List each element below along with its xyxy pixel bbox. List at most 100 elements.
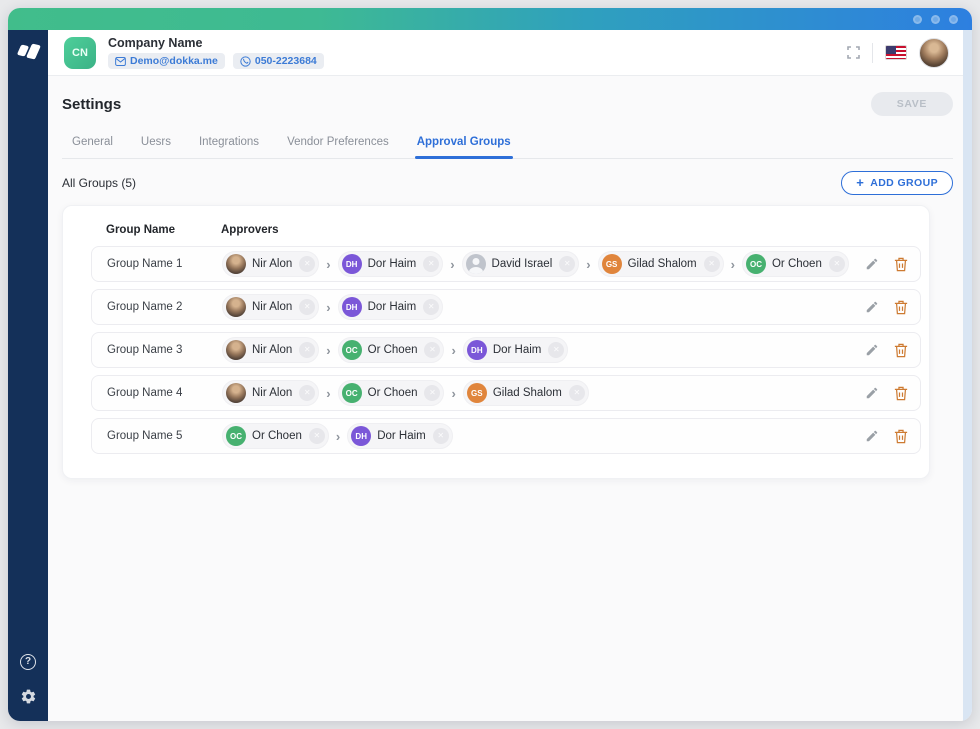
remove-approver-icon[interactable]: ✕: [423, 299, 439, 315]
edit-group-icon[interactable]: [865, 343, 879, 357]
approvers-cell: Nir Alon ✕ › DH Dor Haim ✕: [222, 294, 853, 320]
approver-name: Or Choen: [368, 344, 418, 356]
approvers-cell: Nir Alon ✕ › DH Dor Haim ✕ › David Israe…: [222, 251, 853, 277]
tab-approval-groups[interactable]: Approval Groups: [415, 132, 513, 158]
app-window: ? CN Company Name Demo@dokka.me: [8, 8, 972, 721]
approver-name: Nir Alon: [252, 258, 292, 270]
approver-name: Gilad Shalom: [628, 258, 697, 270]
add-group-label: ADD GROUP: [870, 177, 938, 189]
envelope-icon: [115, 57, 126, 66]
approver-chip: OC Or Choen ✕: [222, 423, 329, 449]
group-name-cell: Group Name 4: [107, 387, 222, 399]
settings-tabs: General Uesrs Integrations Vendor Preferenc…: [62, 132, 953, 159]
tab-general[interactable]: General: [70, 132, 115, 158]
remove-approver-icon[interactable]: ✕: [559, 256, 575, 272]
chevron-right-icon: ›: [325, 300, 331, 315]
approver-avatar: [466, 254, 486, 274]
approver-name: Nir Alon: [252, 344, 292, 356]
approver-avatar: DH: [342, 297, 362, 317]
approver-avatar: GS: [467, 383, 487, 403]
tab-uesrs[interactable]: Uesrs: [139, 132, 173, 158]
company-email-badge[interactable]: Demo@dokka.me: [108, 53, 225, 69]
user-avatar[interactable]: [919, 38, 949, 68]
approver-name: Or Choen: [252, 430, 302, 442]
remove-approver-icon[interactable]: ✕: [299, 385, 315, 401]
approver-name: Dor Haim: [377, 430, 426, 442]
chevron-right-icon: ›: [450, 386, 456, 401]
remove-approver-icon[interactable]: ✕: [309, 428, 325, 444]
edit-group-icon[interactable]: [865, 429, 879, 443]
gear-icon[interactable]: [20, 688, 37, 705]
remove-approver-icon[interactable]: ✕: [569, 385, 585, 401]
edit-group-icon[interactable]: [865, 300, 879, 314]
groups-card: Group Name Approvers Group Name 1 Nir Al…: [62, 205, 930, 479]
chevron-right-icon: ›: [585, 257, 591, 272]
approver-avatar: [226, 383, 246, 403]
fullscreen-icon[interactable]: [847, 46, 860, 59]
remove-approver-icon[interactable]: ✕: [299, 256, 315, 272]
window-control-dot[interactable]: [931, 15, 940, 24]
help-icon[interactable]: ?: [20, 654, 36, 670]
approvers-cell: OC Or Choen ✕ › DH Dor Haim ✕: [222, 423, 853, 449]
chevron-right-icon: ›: [450, 343, 456, 358]
delete-group-icon[interactable]: [894, 257, 908, 272]
approver-chip: Nir Alon ✕: [222, 337, 319, 363]
company-phone-badge[interactable]: 050-2223684: [233, 53, 324, 69]
approver-name: Gilad Shalom: [493, 387, 562, 399]
remove-approver-icon[interactable]: ✕: [704, 256, 720, 272]
scrollbar-track[interactable]: [963, 30, 972, 721]
approver-chip: David Israel ✕: [462, 251, 580, 277]
tab-integrations[interactable]: Integrations: [197, 132, 261, 158]
group-rows: Group Name 1 Nir Alon ✕ › DH Dor Haim ✕ …: [91, 246, 921, 454]
language-flag-icon[interactable]: [885, 45, 907, 60]
column-header-approvers: Approvers: [221, 224, 279, 236]
remove-approver-icon[interactable]: ✕: [424, 385, 440, 401]
chevron-right-icon: ›: [335, 429, 341, 444]
approvers-cell: Nir Alon ✕ › OC Or Choen ✕ › GS Gilad Sh…: [222, 380, 853, 406]
all-groups-count: All Groups (5): [62, 176, 136, 190]
save-button[interactable]: SAVE: [871, 92, 953, 116]
approver-name: Or Choen: [772, 258, 822, 270]
approver-chip: DH Dor Haim ✕: [338, 294, 444, 320]
window-titlebar: [8, 8, 972, 30]
approver-name: Or Choen: [368, 387, 418, 399]
window-control-dot[interactable]: [913, 15, 922, 24]
column-header-group-name: Group Name: [106, 224, 221, 236]
remove-approver-icon[interactable]: ✕: [299, 342, 315, 358]
delete-group-icon[interactable]: [894, 300, 908, 315]
approver-avatar: [226, 297, 246, 317]
company-name: Company Name: [108, 36, 324, 50]
approver-avatar: OC: [342, 340, 362, 360]
remove-approver-icon[interactable]: ✕: [829, 256, 845, 272]
group-name-cell: Group Name 1: [107, 258, 222, 270]
approver-avatar: DH: [351, 426, 371, 446]
tab-vendor-preferences[interactable]: Vendor Preferences: [285, 132, 391, 158]
group-row: Group Name 5 OC Or Choen ✕ › DH Dor Haim…: [91, 418, 921, 454]
remove-approver-icon[interactable]: ✕: [424, 342, 440, 358]
approver-name: Dor Haim: [368, 301, 417, 313]
approver-chip: DH Dor Haim ✕: [338, 251, 444, 277]
delete-group-icon[interactable]: [894, 386, 908, 401]
approver-name: Nir Alon: [252, 301, 292, 313]
window-control-dot[interactable]: [949, 15, 958, 24]
approver-chip: Nir Alon ✕: [222, 294, 319, 320]
add-group-button[interactable]: + ADD GROUP: [841, 171, 953, 195]
remove-approver-icon[interactable]: ✕: [423, 256, 439, 272]
sidebar: ?: [8, 30, 48, 721]
approver-chip: GS Gilad Shalom ✕: [463, 380, 589, 406]
edit-group-icon[interactable]: [865, 386, 879, 400]
edit-group-icon[interactable]: [865, 257, 879, 271]
plus-icon: +: [856, 178, 864, 188]
delete-group-icon[interactable]: [894, 429, 908, 444]
approver-chip: GS Gilad Shalom ✕: [598, 251, 724, 277]
approver-avatar: GS: [602, 254, 622, 274]
remove-approver-icon[interactable]: ✕: [548, 342, 564, 358]
phone-icon: [240, 56, 251, 67]
approver-avatar: OC: [746, 254, 766, 274]
remove-approver-icon[interactable]: ✕: [433, 428, 449, 444]
approver-name: Dor Haim: [493, 344, 542, 356]
remove-approver-icon[interactable]: ✕: [299, 299, 315, 315]
approver-chip: OC Or Choen ✕: [338, 337, 445, 363]
delete-group-icon[interactable]: [894, 343, 908, 358]
group-row: Group Name 4 Nir Alon ✕ › OC Or Choen ✕ …: [91, 375, 921, 411]
